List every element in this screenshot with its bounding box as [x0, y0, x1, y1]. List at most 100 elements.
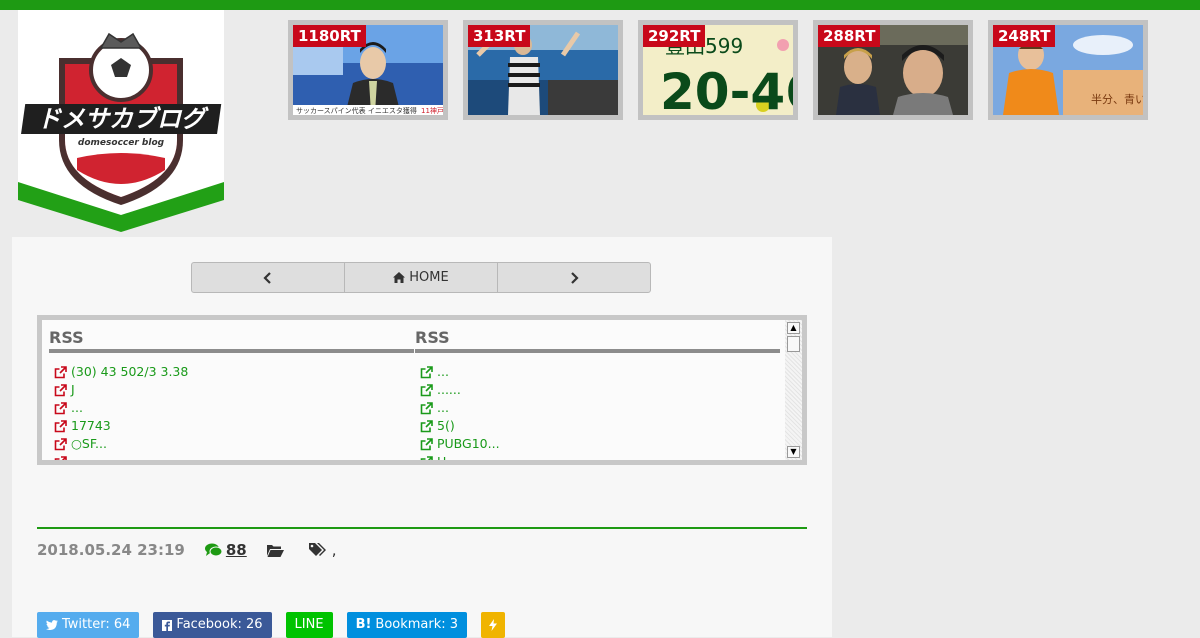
- article-nav: HOME: [191, 262, 651, 293]
- svg-text:サッカースパイン代表 イニエスタ獲得: サッカースパイン代表 イニエスタ獲得: [296, 106, 417, 115]
- rss-item-title: 17743: [71, 418, 111, 433]
- rss-heading: RSS: [49, 320, 414, 353]
- category-link[interactable]: [266, 543, 284, 557]
- svg-text:20-46: 20-46: [660, 63, 793, 115]
- retweet-count-badge: 1180RT: [293, 25, 366, 47]
- ranking-item-5[interactable]: 半分、青い。 248RT: [988, 20, 1148, 120]
- article-meta: 2018.05.24 23:19 88 ,: [37, 540, 337, 560]
- scroll-thumb[interactable]: [787, 336, 800, 352]
- share-buttons: Twitter: 64 Facebook: 26 LINE B! Bookmar…: [37, 612, 519, 638]
- external-link-icon: [54, 383, 67, 396]
- rss-item[interactable]: ○SF...: [54, 435, 414, 453]
- rss-list: ............ 5() PUBG10... H...: [415, 353, 780, 460]
- rss-item-title: J: [71, 382, 75, 397]
- ranking-item-4[interactable]: 288RT: [813, 20, 973, 120]
- tags-icon: [308, 542, 326, 556]
- external-link-icon: [420, 365, 433, 378]
- rss-item[interactable]: ...: [54, 453, 414, 460]
- home-label: HOME: [409, 270, 449, 285]
- external-link-icon: [54, 455, 67, 460]
- svg-text:半分、青い。: 半分、青い。: [1091, 92, 1143, 106]
- post-date: 2018.05.24 23:19: [37, 541, 185, 559]
- twitter-share-label: Twitter: 64: [62, 617, 131, 632]
- svg-text:ドメサカブログ: ドメサカブログ: [37, 105, 209, 133]
- external-link-icon: [54, 401, 67, 414]
- rss-item-title: ...: [71, 400, 83, 415]
- rss-widget: RSS (30) 43 502/3 3.38 J... 17743 ○SF......…: [37, 315, 807, 465]
- tags: ,: [308, 541, 337, 559]
- hatena-icon: B!: [355, 617, 372, 632]
- rss-column-left: RSS (30) 43 502/3 3.38 J... 17743 ○SF......: [49, 320, 414, 460]
- scroll-down-icon[interactable]: ▼: [787, 446, 800, 458]
- comments-link[interactable]: 88: [204, 541, 247, 559]
- rss-item-title: ...: [437, 364, 449, 379]
- rss-item-title: H...: [437, 453, 458, 460]
- hatena-share-label: Bookmark: 3: [375, 617, 459, 632]
- retweet-count-badge: 288RT: [818, 25, 881, 47]
- meta-divider: [37, 527, 807, 529]
- hatena-bookmark-button[interactable]: B! Bookmark: 3: [346, 612, 468, 638]
- line-share-button[interactable]: LINE: [285, 612, 333, 638]
- rss-scrollbar[interactable]: ▲ ▼: [785, 320, 802, 460]
- rss-item[interactable]: ...: [54, 399, 414, 417]
- rss-scroll-area[interactable]: RSS (30) 43 502/3 3.38 J... 17743 ○SF......…: [42, 320, 802, 460]
- retweet-count-badge: 292RT: [643, 25, 706, 47]
- retweet-count-badge: 313RT: [468, 25, 531, 47]
- rss-item[interactable]: 17743: [54, 417, 414, 435]
- facebook-share-button[interactable]: Facebook: 26: [153, 612, 272, 638]
- external-link-icon: [54, 437, 67, 450]
- rss-item[interactable]: ...: [420, 363, 780, 381]
- chevron-right-icon: [571, 271, 579, 284]
- line-share-label: LINE: [294, 617, 324, 632]
- ranking-item-1[interactable]: サッカースパイン代表 イニエスタ獲得 11神戸 1180RT: [288, 20, 448, 120]
- top-accent-bar: [0, 0, 1200, 10]
- pocket-icon: [489, 619, 498, 631]
- rss-item-title: ...: [71, 453, 83, 460]
- next-article-button[interactable]: [498, 263, 650, 292]
- external-link-icon: [420, 383, 433, 396]
- tags-separator: ,: [331, 541, 337, 559]
- rss-item[interactable]: 5(): [420, 417, 780, 435]
- home-icon: [393, 272, 406, 283]
- rss-item-title: PUBG10...: [437, 436, 500, 451]
- facebook-share-label: Facebook: 26: [176, 617, 263, 632]
- scroll-up-icon[interactable]: ▲: [787, 322, 800, 334]
- rss-item[interactable]: PUBG10...: [420, 435, 780, 453]
- ranking-item-2[interactable]: 313RT: [463, 20, 623, 120]
- external-link-icon: [420, 455, 433, 460]
- rss-list: (30) 43 502/3 3.38 J... 17743 ○SF......: [49, 353, 414, 460]
- svg-text:11神戸: 11神戸: [421, 106, 443, 115]
- svg-text:domesoccer blog: domesoccer blog: [78, 138, 165, 148]
- rss-item[interactable]: H...: [420, 453, 780, 460]
- rss-item-title: 5(): [437, 418, 455, 433]
- folder-open-icon: [266, 545, 284, 557]
- ranking-item-3[interactable]: 豊田599 20-46 292RT: [638, 20, 798, 120]
- external-link-icon: [54, 419, 67, 432]
- twitter-share-button[interactable]: Twitter: 64: [37, 612, 140, 638]
- facebook-icon: [162, 619, 173, 631]
- rss-item-title: ...: [437, 400, 449, 415]
- rss-item[interactable]: (30) 43 502/3 3.38: [54, 363, 414, 381]
- external-link-icon: [420, 401, 433, 414]
- rss-item-title: ○SF...: [71, 436, 107, 451]
- site-logo[interactable]: ドメサカブログ domesoccer blog: [18, 10, 224, 232]
- article-panel: HOME RSS (30) 43 502/3 3.38 J... 17743 ○SF.…: [12, 237, 832, 638]
- rss-item[interactable]: ...: [420, 399, 780, 417]
- prev-article-button[interactable]: [192, 263, 345, 292]
- rss-item-title: (30) 43 502/3 3.38: [71, 364, 189, 379]
- chevron-left-icon: [263, 271, 271, 284]
- home-button[interactable]: HOME: [345, 263, 498, 292]
- comment-count: 88: [225, 541, 247, 559]
- comments-icon: [204, 543, 222, 557]
- rss-column-right: RSS ............ 5() PUBG10... H...: [415, 320, 780, 460]
- pocket-share-button[interactable]: [481, 612, 506, 638]
- external-link-icon: [420, 419, 433, 432]
- twitter-icon: [46, 620, 58, 630]
- rss-item[interactable]: J: [54, 381, 414, 399]
- logo-emblem-icon: ドメサカブログ domesoccer blog: [18, 10, 224, 232]
- rss-item[interactable]: ......: [420, 381, 780, 399]
- external-link-icon: [54, 365, 67, 378]
- retweet-count-badge: 248RT: [993, 25, 1056, 47]
- rss-heading: RSS: [415, 320, 780, 353]
- external-link-icon: [420, 437, 433, 450]
